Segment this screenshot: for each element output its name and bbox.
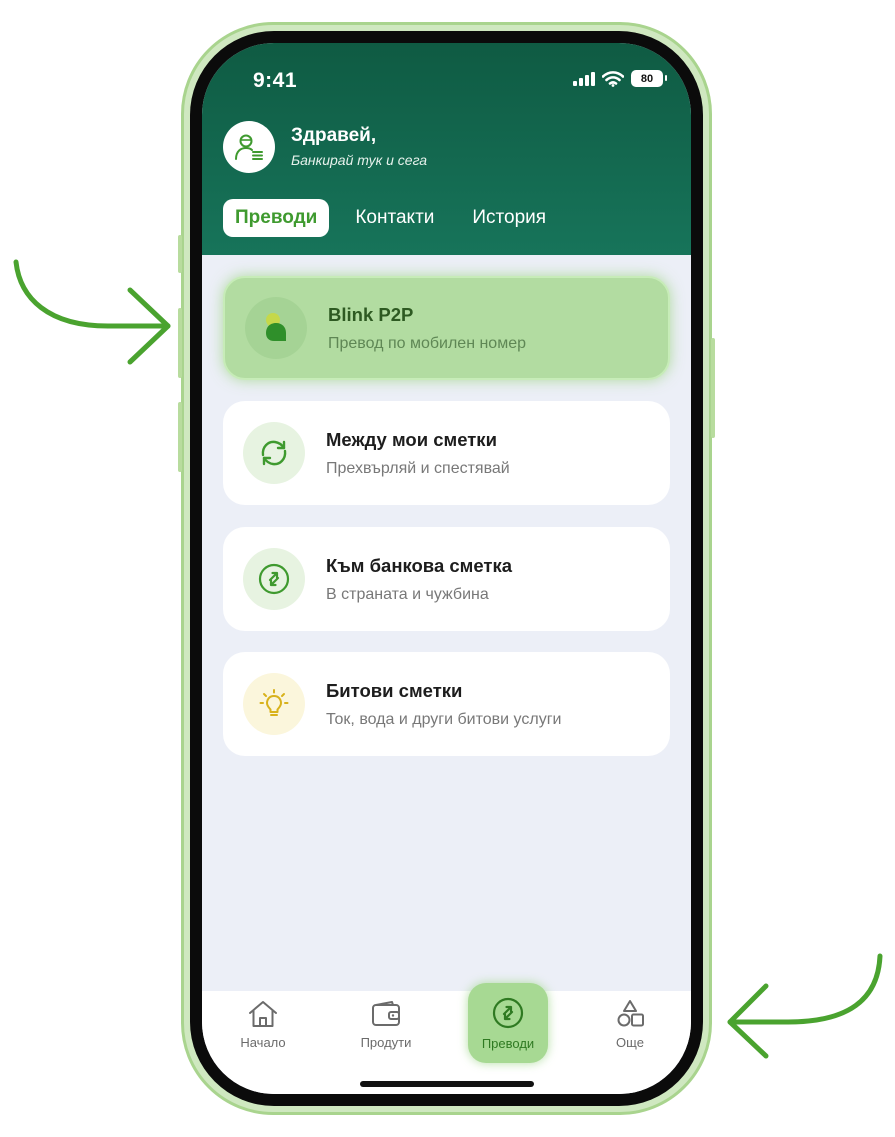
blink-p2p-icon [266, 313, 286, 341]
greeting-block: Здравей, Банкирай тук и сега [291, 125, 427, 168]
card-subtitle: Ток, вода и други битови услуги [326, 710, 562, 728]
card-blink-p2p[interactable]: Blink P2P Превод по мобилен номер [223, 276, 670, 380]
transfer-icon [258, 563, 290, 595]
card-text: Blink P2P Превод по мобилен номер [328, 304, 526, 353]
lightbulb-icon-badge [243, 673, 305, 735]
nav-home-label: Начало [240, 1035, 286, 1050]
home-icon [249, 1001, 277, 1027]
annotation-arrow-right [13, 259, 171, 365]
phone-power-button [711, 338, 715, 438]
card-utility-bills[interactable]: Битови сметки Ток, вода и други битови у… [223, 652, 670, 756]
status-time: 9:41 [253, 69, 298, 92]
nav-products[interactable]: Продути [346, 991, 426, 1071]
nav-transfers-label: Преводи [481, 1036, 535, 1051]
phone-volume-up-button [178, 308, 182, 378]
battery-indicator: 80 [631, 70, 667, 87]
nav-transfers[interactable]: Преводи [468, 983, 548, 1063]
home-indicator[interactable] [360, 1081, 534, 1087]
annotation-arrow-left [727, 953, 883, 1059]
phone-volume-down-button [178, 402, 182, 472]
card-to-bank-account[interactable]: Към банкова сметка В страната и чужбина [223, 527, 670, 631]
tab-bar: Преводи Контакти История [223, 199, 572, 237]
wallet-icon [372, 1001, 400, 1026]
blink-p2p-icon-badge [245, 297, 307, 359]
refresh-icon-badge [243, 422, 305, 484]
cellular-signal-icon [573, 71, 595, 86]
phone-mute-button [178, 235, 182, 273]
profile-avatar[interactable] [223, 121, 275, 173]
tab-contacts[interactable]: Контакти [343, 199, 446, 237]
app-screen: 9:41 80 Здравей, Банкирай тук и сега Пре… [202, 43, 691, 1094]
nav-products-label: Продути [360, 1035, 412, 1050]
status-indicators: 80 [573, 70, 667, 87]
wifi-icon [602, 70, 624, 87]
card-subtitle: В страната и чужбина [326, 585, 489, 603]
card-text: Между мои сметки Прехвърляй и спестявай [326, 429, 510, 478]
card-title: Битови сметки [326, 679, 463, 701]
tab-history[interactable]: История [460, 199, 558, 237]
refresh-icon [261, 440, 287, 466]
card-subtitle: Превод по мобилен номер [328, 334, 526, 352]
card-between-my-accounts[interactable]: Между мои сметки Прехвърляй и спестявай [223, 401, 670, 505]
nav-more-label: Още [616, 1035, 644, 1050]
bottom-navigation: Начало Продути Преводи Още [202, 983, 691, 1094]
transfer-icon-badge [243, 548, 305, 610]
lightbulb-icon [259, 689, 289, 716]
shapes-icon [617, 1000, 644, 1027]
tab-transfers[interactable]: Преводи [223, 199, 330, 237]
nav-home[interactable]: Начало [223, 991, 303, 1071]
card-text: Към банкова сметка В страната и чужбина [326, 555, 512, 604]
user-profile-icon [235, 134, 263, 160]
card-subtitle: Прехвърляй и спестявай [326, 459, 510, 477]
card-title: Към банкова сметка [326, 554, 512, 576]
greeting-title: Здравей, [291, 125, 377, 146]
greeting-subtitle: Банкирай тук и сега [291, 152, 428, 168]
card-title: Между мои сметки [326, 428, 497, 450]
card-text: Битови сметки Ток, вода и други битови у… [326, 680, 561, 729]
card-title: Blink P2P [328, 303, 414, 325]
transfer-icon [492, 997, 524, 1029]
nav-more[interactable]: Още [590, 991, 670, 1071]
app-header: 9:41 80 Здравей, Банкирай тук и сега Пре… [202, 43, 691, 255]
